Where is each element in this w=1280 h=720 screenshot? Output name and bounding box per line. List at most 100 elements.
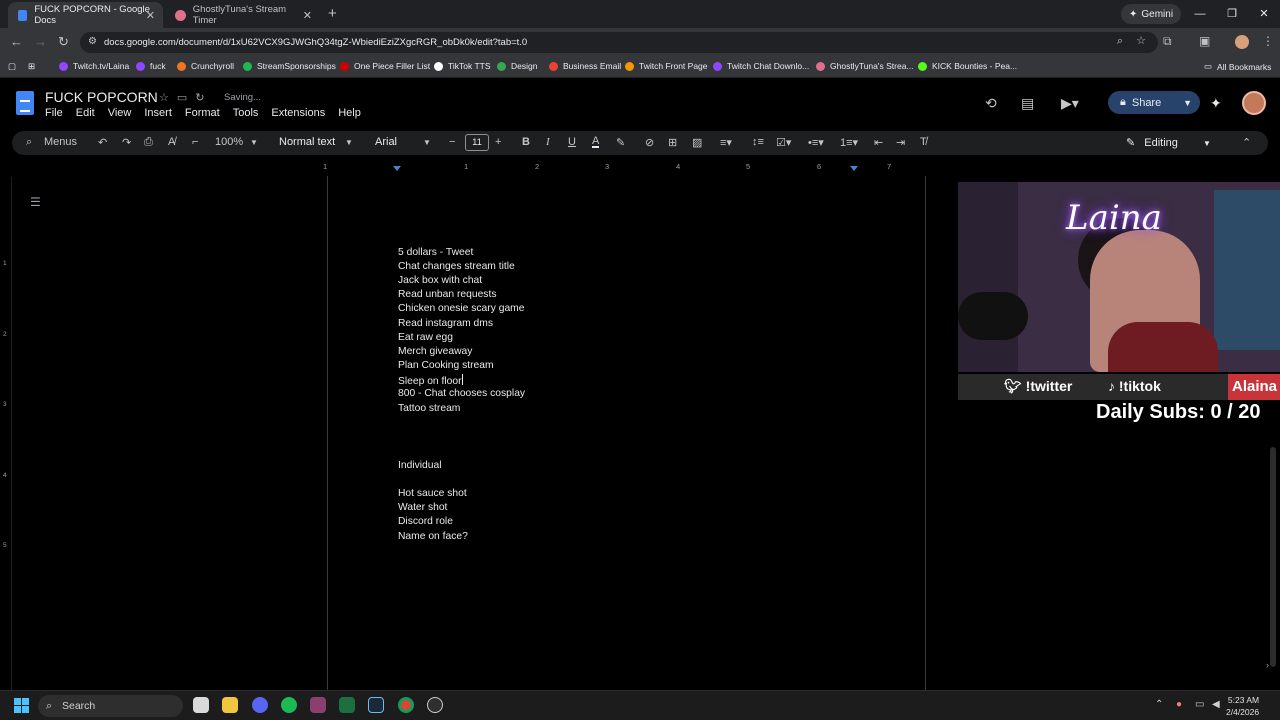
bookmark-item[interactable]: Twitch Front Page bbox=[625, 61, 708, 71]
system-clock[interactable]: 5:23 AM 2/4/2026 bbox=[1226, 694, 1259, 718]
google-docs-icon[interactable] bbox=[16, 91, 34, 115]
bookmark-item[interactable]: KICK Bounties - Pea... bbox=[918, 61, 1017, 71]
menu-insert[interactable]: Insert bbox=[144, 107, 172, 119]
chevron-down-icon[interactable]: ▼ bbox=[1183, 98, 1192, 108]
undo-icon[interactable]: ↶ bbox=[98, 136, 107, 149]
tab-google-docs[interactable]: FUCK POPCORN - Google Docs ✕ bbox=[8, 2, 163, 28]
steam-icon[interactable] bbox=[368, 697, 384, 713]
bold-icon[interactable]: B bbox=[522, 136, 530, 148]
highlight-icon[interactable]: ✎ bbox=[616, 136, 625, 149]
decrease-font-icon[interactable]: − bbox=[449, 136, 455, 148]
redo-icon[interactable]: ↷ bbox=[122, 136, 131, 149]
bookmark-item[interactable]: fuck bbox=[136, 61, 166, 71]
scrollbar[interactable] bbox=[1270, 447, 1276, 667]
menu-view[interactable]: View bbox=[108, 107, 132, 119]
chrome-menu-icon[interactable]: ⋮ bbox=[1262, 34, 1274, 48]
italic-icon[interactable]: I bbox=[546, 136, 550, 148]
spotify-icon[interactable] bbox=[281, 697, 297, 713]
search-menus-label[interactable]: Menus bbox=[44, 136, 77, 148]
windows-start-icon[interactable] bbox=[14, 698, 29, 713]
excel-icon[interactable] bbox=[339, 697, 355, 713]
show-side-panel-icon[interactable]: › bbox=[1266, 660, 1269, 670]
bookmark-item[interactable]: Design bbox=[497, 61, 537, 71]
menu-edit[interactable]: Edit bbox=[76, 107, 95, 119]
search-menus-icon[interactable]: ⌕ bbox=[26, 136, 32, 149]
close-window-icon[interactable]: ✕ bbox=[1248, 0, 1280, 28]
decrease-indent-icon[interactable]: ⇤ bbox=[874, 136, 883, 149]
style-select[interactable]: Normal text bbox=[279, 136, 335, 148]
bookmark-item[interactable]: Crunchyroll bbox=[177, 61, 234, 71]
font-size-input[interactable]: 11 bbox=[465, 134, 489, 151]
bookmark-item[interactable]: Business Email bbox=[549, 61, 621, 71]
comments-icon[interactable]: ▤ bbox=[1021, 95, 1034, 112]
zoom-select[interactable]: 100% bbox=[215, 136, 243, 148]
checklist-icon[interactable]: ☑▾ bbox=[776, 136, 791, 149]
underline-icon[interactable]: U bbox=[568, 136, 576, 148]
all-bookmarks[interactable]: ▭ All Bookmarks bbox=[1204, 61, 1271, 72]
editing-mode-select[interactable]: ✎ Editing ▼ bbox=[1126, 136, 1211, 149]
insert-image-icon[interactable]: ▨ bbox=[692, 136, 702, 149]
numbered-list-icon[interactable]: 1≡▾ bbox=[840, 136, 858, 149]
reload-icon[interactable]: ↻ bbox=[58, 34, 69, 50]
spellcheck-icon[interactable]: A̸ bbox=[168, 136, 175, 148]
avatar[interactable] bbox=[1242, 91, 1266, 115]
gemini-sparkle-icon[interactable]: ✦ bbox=[1210, 95, 1222, 112]
side-panel-icon[interactable]: ▣ bbox=[1199, 34, 1210, 48]
extensions-icon[interactable]: ⧉ bbox=[1163, 34, 1172, 49]
align-icon[interactable]: ≡▾ bbox=[720, 136, 732, 149]
left-indent-marker[interactable] bbox=[393, 166, 401, 171]
menu-format[interactable]: Format bbox=[185, 107, 220, 119]
bookmark-item[interactable]: Twitch Chat Downlo... bbox=[713, 61, 809, 71]
bookmark-item[interactable]: Twitch.tv/Laina bbox=[59, 61, 129, 71]
menu-tools[interactable]: Tools bbox=[233, 107, 259, 119]
paint-format-icon[interactable]: ⌐ bbox=[192, 136, 198, 148]
collapse-menus-icon[interactable]: ⌃ bbox=[1242, 136, 1251, 149]
close-tab-icon[interactable]: ✕ bbox=[303, 9, 312, 22]
insert-link-icon[interactable]: ⊘ bbox=[645, 136, 654, 149]
task-view-icon[interactable] bbox=[193, 697, 209, 713]
bookmark-item[interactable]: TikTok TTS bbox=[434, 61, 491, 71]
bookmark-item[interactable]: GhostlyTuna's Strea... bbox=[816, 61, 914, 71]
obs-icon[interactable] bbox=[427, 697, 443, 713]
menu-file[interactable]: File bbox=[45, 107, 63, 119]
document-title[interactable]: FUCK POPCORN bbox=[45, 89, 158, 105]
menu-extensions[interactable]: Extensions bbox=[271, 107, 325, 119]
star-icon[interactable]: ☆ bbox=[159, 92, 177, 104]
horizontal-ruler[interactable]: 1 1 2 3 4 5 6 7 bbox=[0, 158, 926, 176]
new-tab-icon[interactable]: + bbox=[328, 5, 337, 22]
profile-avatar-icon[interactable] bbox=[1235, 35, 1249, 49]
chrome-icon[interactable] bbox=[398, 697, 414, 713]
move-folder-icon[interactable]: ▭ bbox=[177, 92, 195, 104]
close-tab-icon[interactable]: ✕ bbox=[146, 9, 155, 22]
show-apps-icon[interactable]: ▢ bbox=[8, 61, 16, 72]
text-color-icon[interactable]: A bbox=[592, 136, 600, 148]
winrar-icon[interactable] bbox=[310, 697, 326, 713]
gemini-button[interactable]: ✦ Gemini bbox=[1121, 4, 1182, 24]
discord-icon[interactable] bbox=[252, 697, 268, 713]
increase-font-icon[interactable]: + bbox=[495, 136, 501, 148]
file-explorer-icon[interactable] bbox=[222, 697, 238, 713]
tab-stream-timer[interactable]: GhostlyTuna's Stream Timer ✕ bbox=[165, 2, 320, 28]
zoom-icon[interactable]: ⌕ bbox=[1117, 35, 1123, 47]
increase-indent-icon[interactable]: ⇥ bbox=[896, 136, 905, 149]
bulleted-list-icon[interactable]: •≡▾ bbox=[808, 136, 824, 149]
document-page[interactable]: 5 dollars - Tweet Chat changes stream ti… bbox=[327, 176, 926, 691]
document-outline-icon[interactable]: ☰ bbox=[30, 195, 41, 209]
menu-help[interactable]: Help bbox=[338, 107, 361, 119]
address-bar[interactable]: ⚙ docs.google.com/document/d/1xU62VCX9GJ… bbox=[80, 32, 1158, 53]
clear-formatting-icon[interactable]: T̸ bbox=[920, 136, 927, 148]
meet-icon[interactable]: ▶▾ bbox=[1061, 95, 1079, 112]
version-history-icon[interactable]: ⟲ bbox=[985, 95, 997, 112]
minimize-icon[interactable]: — bbox=[1184, 0, 1216, 28]
add-comment-icon[interactable]: ⊞ bbox=[668, 136, 677, 149]
right-indent-marker[interactable] bbox=[850, 166, 858, 171]
site-info-icon[interactable]: ⚙ bbox=[88, 36, 97, 47]
bookmark-star-icon[interactable]: ☆ bbox=[1136, 35, 1146, 47]
network-icon[interactable]: ▭ bbox=[1195, 699, 1204, 710]
share-button[interactable]: 🔒︎ Share ▼ bbox=[1108, 91, 1200, 114]
microphone-tray-icon[interactable]: ● bbox=[1176, 699, 1182, 710]
back-icon[interactable]: ← bbox=[10, 34, 23, 49]
taskbar-search[interactable]: ⌕ Search bbox=[38, 695, 183, 717]
show-hidden-icons[interactable]: ⌃ bbox=[1155, 699, 1163, 710]
bookmark-item[interactable]: StreamSponsorships bbox=[243, 61, 336, 71]
